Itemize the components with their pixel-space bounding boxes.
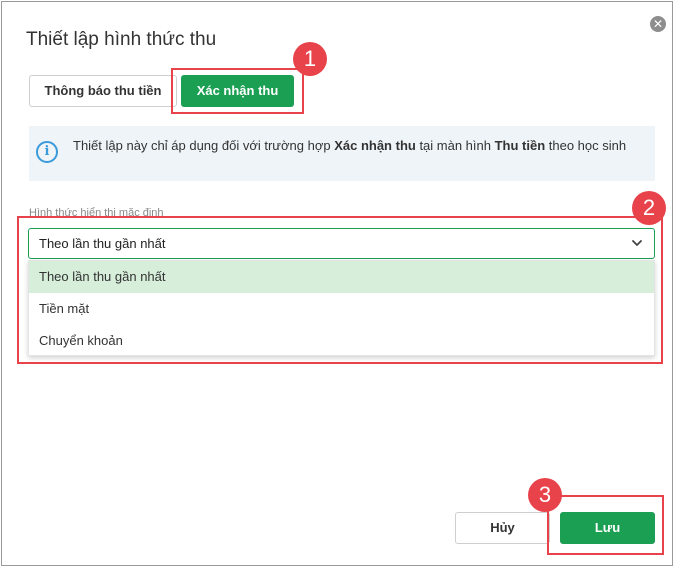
highlight-box-2 bbox=[17, 216, 663, 364]
info-icon: i bbox=[36, 141, 58, 163]
info-text-bold: Xác nhận thu bbox=[334, 138, 416, 153]
cancel-button[interactable]: Hủy bbox=[455, 512, 550, 544]
step-badge-2: 2 bbox=[632, 191, 666, 225]
info-text-part: tại màn hình bbox=[415, 138, 495, 153]
close-icon[interactable]: ✕ bbox=[650, 16, 666, 32]
info-banner: i Thiết lập này chỉ áp dụng đối với trườ… bbox=[29, 126, 655, 181]
info-text-part: Thiết lập này chỉ áp dụng đối với trường… bbox=[73, 138, 335, 153]
dialog-title: Thiết lập hình thức thu bbox=[26, 29, 217, 50]
step-badge-1: 1 bbox=[293, 42, 327, 76]
highlight-box-3 bbox=[547, 495, 664, 555]
tab-payment-notice[interactable]: Thông báo thu tiền bbox=[29, 75, 177, 107]
info-text-part: theo học sinh bbox=[545, 138, 627, 153]
step-badge-3: 3 bbox=[528, 478, 562, 512]
highlight-box-1 bbox=[171, 68, 304, 114]
info-text-bold: Thu tiền bbox=[494, 138, 546, 153]
info-text: Thiết lập này chỉ áp dụng đối với trường… bbox=[73, 137, 643, 155]
